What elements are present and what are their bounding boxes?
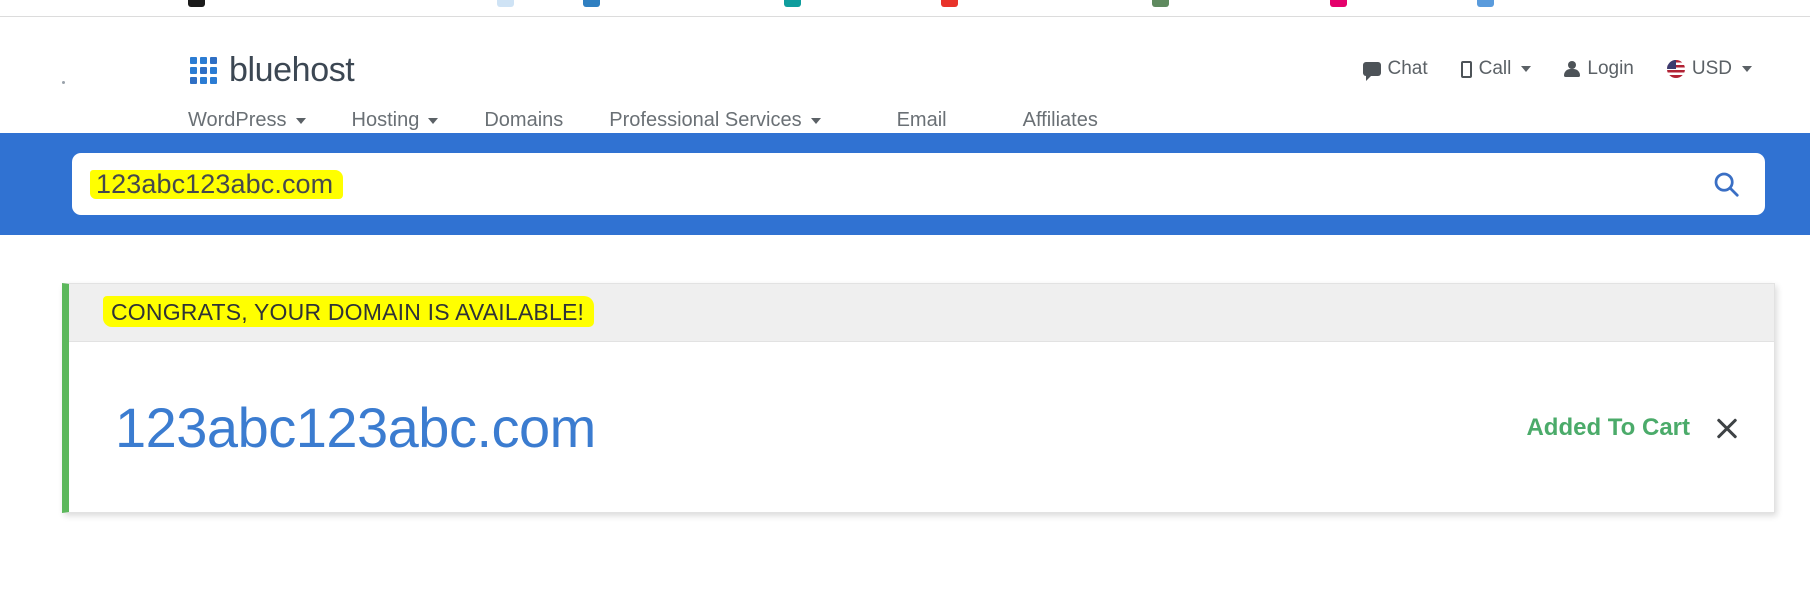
nav-item-professional-services-label: Professional Services xyxy=(609,109,802,131)
chevron-down-icon xyxy=(1742,66,1752,72)
utility-nav-call[interactable]: Call xyxy=(1460,58,1532,80)
nav-item-email[interactable]: Email xyxy=(897,109,947,132)
bookmark-icon-4[interactable] xyxy=(784,0,801,7)
utility-nav-currency[interactable]: USD xyxy=(1666,58,1752,80)
utility-nav-call-label: Call xyxy=(1478,58,1512,79)
browser-bookmarks-bar[interactable] xyxy=(0,0,1810,17)
nav-item-affiliates[interactable]: Affiliates xyxy=(1023,109,1098,132)
search-input[interactable]: 123abc123abc.com xyxy=(96,169,333,200)
domain-search-band: 123abc123abc.com xyxy=(0,133,1810,235)
user-icon xyxy=(1564,60,1581,78)
nav-item-affiliates-label: Affiliates xyxy=(1022,109,1098,131)
utility-nav: Chat Call Login USD xyxy=(1362,58,1752,81)
logo-wordmark: bluehost xyxy=(229,51,355,89)
bookmark-icon-2[interactable] xyxy=(497,0,514,7)
utility-nav-login[interactable]: Login xyxy=(1564,58,1634,80)
domain-search-input-wrap[interactable]: 123abc123abc.com xyxy=(72,169,1687,200)
availability-banner-text: CONGRATS, YOUR DOMAIN IS AVAILABLE! xyxy=(102,296,595,327)
bookmark-icon-6[interactable] xyxy=(1152,0,1169,7)
us-flag-icon xyxy=(1666,60,1685,78)
chevron-down-icon xyxy=(1521,66,1532,72)
nav-item-hosting-label: Hosting xyxy=(351,109,420,131)
search-icon xyxy=(1714,172,1739,197)
status-badge: Added To Cart xyxy=(1526,413,1690,441)
utility-nav-currency-label: USD xyxy=(1691,58,1732,79)
domain-name[interactable]: 123abc123abc.com xyxy=(115,399,596,456)
domain-result-row: 123abc123abc.com Added To Cart xyxy=(69,342,1774,512)
utility-nav-chat[interactable]: Chat xyxy=(1362,58,1428,81)
close-icon[interactable] xyxy=(1712,413,1742,443)
phone-icon xyxy=(1460,60,1472,78)
bluehost-logo[interactable]: bluehost xyxy=(190,51,355,89)
availability-banner: CONGRATS, YOUR DOMAIN IS AVAILABLE! xyxy=(69,284,1774,342)
search-button[interactable] xyxy=(1687,169,1765,199)
main-nav: WordPress Hosting Domains Professional S… xyxy=(188,109,1098,132)
chevron-down-icon xyxy=(810,117,821,124)
bookmark-icon-3[interactable] xyxy=(583,0,600,7)
nav-item-wordpress-label: WordPress xyxy=(188,109,287,131)
domain-result-actions: Added To Cart xyxy=(1526,413,1742,443)
utility-nav-login-label: Login xyxy=(1587,58,1634,79)
search-results-area: CONGRATS, YOUR DOMAIN IS AVAILABLE! 123a… xyxy=(0,235,1810,599)
search-input-value: 123abc123abc.com xyxy=(96,168,334,199)
nav-item-hosting[interactable]: Hosting xyxy=(352,109,439,132)
nav-item-email-label: Email xyxy=(896,109,947,131)
domain-result-card: CONGRATS, YOUR DOMAIN IS AVAILABLE! 123a… xyxy=(62,283,1775,513)
bookmark-icon-1[interactable] xyxy=(188,0,205,7)
decorative-dot xyxy=(62,81,65,84)
nav-item-domains[interactable]: Domains xyxy=(484,109,563,132)
nav-item-professional-services[interactable]: Professional Services xyxy=(609,109,821,132)
chevron-down-icon xyxy=(295,117,306,124)
bookmark-icon-8[interactable] xyxy=(1477,0,1494,7)
site-header: bluehost Chat Call Login USD WordPress H… xyxy=(0,17,1810,133)
domain-search-box[interactable]: 123abc123abc.com xyxy=(72,153,1765,215)
chevron-down-icon xyxy=(428,117,439,124)
nav-item-domains-label: Domains xyxy=(484,109,564,131)
nav-item-wordpress[interactable]: WordPress xyxy=(188,109,306,132)
bookmark-icon-7[interactable] xyxy=(1330,0,1347,7)
utility-nav-chat-label: Chat xyxy=(1387,58,1428,79)
logo-grid-icon xyxy=(190,56,217,84)
bookmark-icon-5[interactable] xyxy=(941,0,958,7)
chat-icon xyxy=(1362,62,1381,81)
